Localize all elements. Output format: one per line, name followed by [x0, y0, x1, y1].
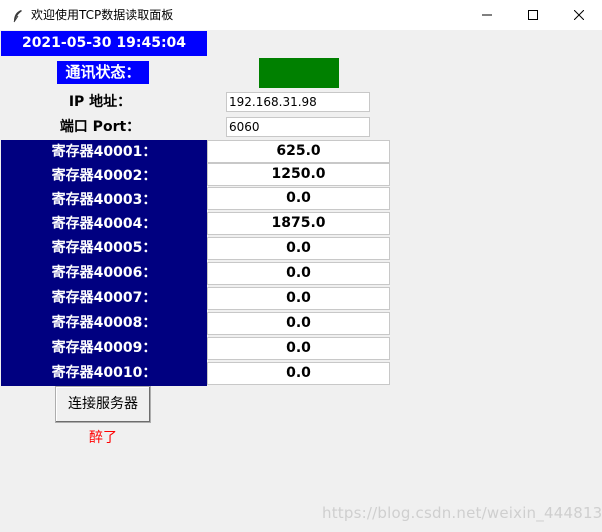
register-label: 寄存器40001：: [51, 144, 157, 160]
register-value: 0.0: [207, 187, 390, 210]
maximize-button[interactable]: [510, 0, 556, 30]
register-label: 寄存器40008：: [51, 315, 157, 331]
register-label: 寄存器40005：: [51, 240, 157, 256]
watermark: https://blog.csdn.net/weixin_44481398: [322, 504, 602, 522]
connect-server-button[interactable]: 连接服务器: [55, 386, 151, 423]
register-label: 寄存器40009：: [51, 340, 157, 356]
register-label: 寄存器40006：: [51, 265, 157, 281]
status-label: 通讯状态：: [57, 61, 149, 84]
port-input[interactable]: [226, 117, 370, 137]
title-bar: 欢迎使用TCP数据读取面板: [0, 0, 602, 30]
register-value: 1250.0: [207, 163, 390, 186]
register-value: 0.0: [207, 287, 390, 310]
datetime-display: 2021-05-30 19:45:04: [1, 31, 207, 56]
port-label: 端口 Port：: [59, 119, 141, 135]
register-label: 寄存器40003：: [51, 192, 157, 208]
register-label-panel: 寄存器40001： 寄存器40002： 寄存器40003： 寄存器40004： …: [1, 140, 207, 386]
register-value: 625.0: [207, 140, 390, 163]
minimize-button[interactable]: [464, 0, 510, 30]
error-message: 醉了: [89, 430, 117, 446]
maximize-icon: [528, 10, 538, 20]
register-value: 0.0: [207, 262, 390, 285]
register-value: 0.0: [207, 362, 390, 385]
window-title: 欢迎使用TCP数据读取面板: [31, 8, 174, 22]
register-label: 寄存器40010：: [51, 365, 157, 381]
register-label: 寄存器40002：: [51, 168, 157, 184]
register-value: 0.0: [207, 312, 390, 335]
minimize-icon: [482, 14, 492, 16]
register-label: 寄存器40004：: [51, 216, 157, 232]
register-value: 1875.0: [207, 212, 390, 235]
status-indicator: [259, 58, 339, 88]
close-icon: [574, 10, 584, 20]
ip-label: IP 地址：: [68, 94, 132, 110]
app-window: 欢迎使用TCP数据读取面板 2021-05-30 19:45:04 通讯状态： …: [0, 0, 602, 532]
close-button[interactable]: [556, 0, 602, 30]
feather-icon: [12, 8, 24, 23]
register-value: 0.0: [207, 237, 390, 260]
ip-input[interactable]: [226, 92, 370, 112]
register-label: 寄存器40007：: [51, 290, 157, 306]
register-value: 0.0: [207, 337, 390, 360]
